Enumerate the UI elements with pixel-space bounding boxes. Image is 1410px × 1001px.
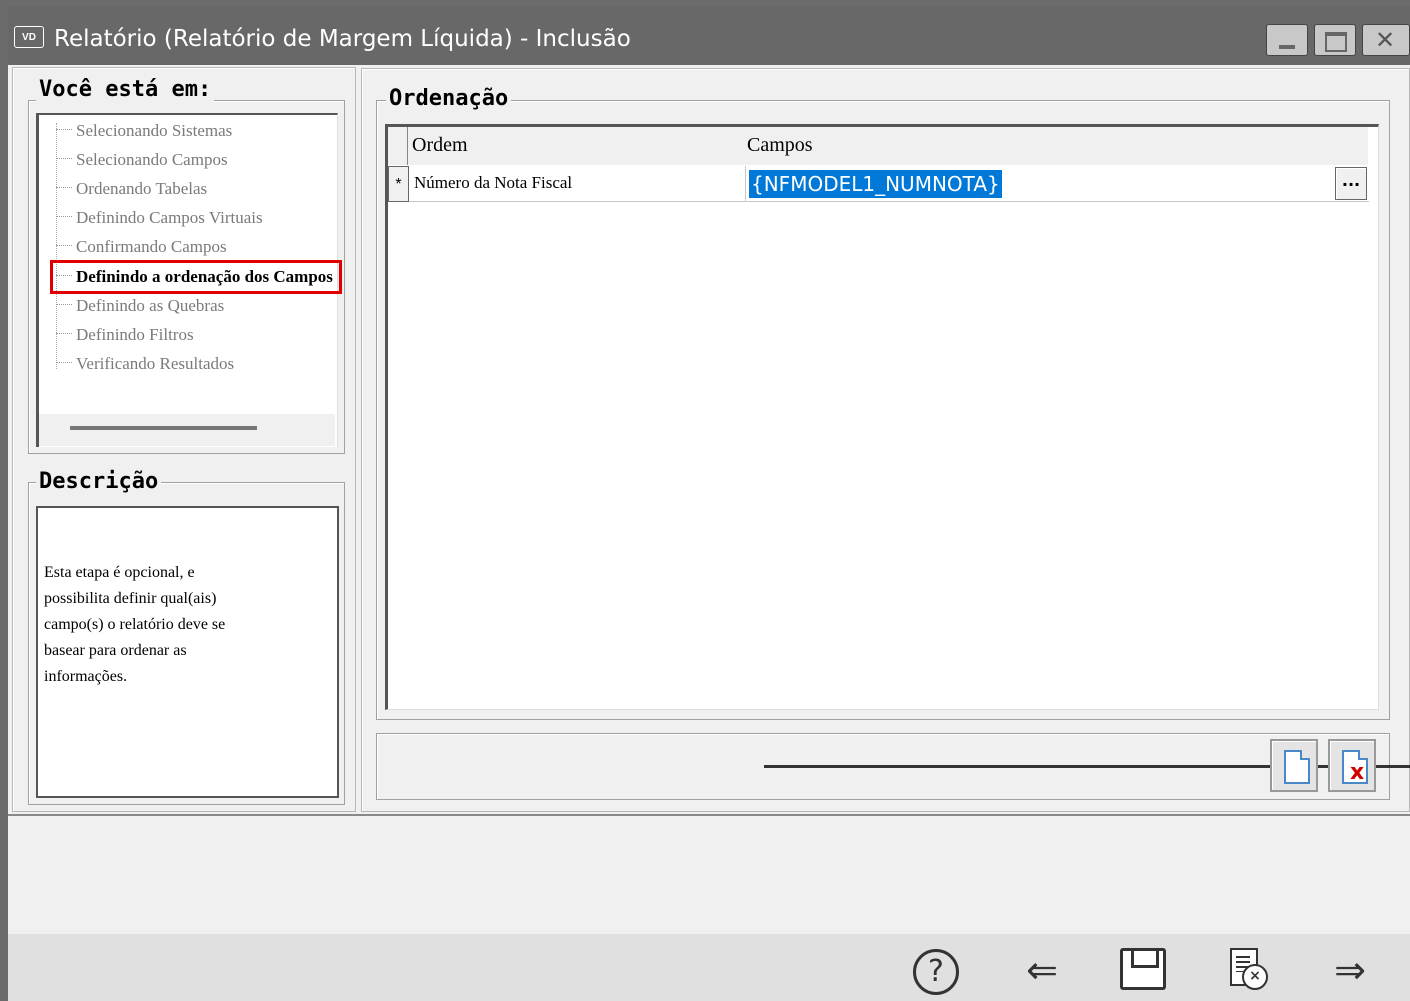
minimize-button[interactable] xyxy=(1266,24,1308,56)
help-button[interactable]: ? xyxy=(912,946,960,995)
tree-item-label: Selecionando Campos xyxy=(76,150,228,169)
tree-item-selecionando-sistemas[interactable]: Selecionando Sistemas xyxy=(56,118,232,144)
back-arrow-icon: ⇐ xyxy=(1026,948,1058,992)
status-area xyxy=(8,814,1410,934)
maximize-button[interactable] xyxy=(1314,24,1356,56)
tree-item-definindo-campos-virtuais[interactable]: Definindo Campos Virtuais xyxy=(56,205,263,231)
tree-item-definindo-quebras[interactable]: Definindo as Quebras xyxy=(56,293,224,319)
cancel-x-icon: × xyxy=(1242,964,1268,990)
back-button[interactable]: ⇐ xyxy=(1014,946,1070,994)
window-title: Relatório (Relatório de Margem Líquida) … xyxy=(54,26,631,52)
cell-separator xyxy=(745,166,746,202)
wizard-footer xyxy=(8,934,1410,1001)
delete-row-button[interactable]: x xyxy=(1328,739,1376,792)
description-line: campo(s) o relatório deve se xyxy=(44,616,226,633)
column-header-campos[interactable]: Campos xyxy=(747,130,813,160)
description-line: basear para ordenar as xyxy=(44,642,187,659)
tree-item-definindo-filtros[interactable]: Definindo Filtros xyxy=(56,322,194,348)
help-icon: ? xyxy=(913,949,959,995)
tree-scrollbar-thumb[interactable] xyxy=(70,426,257,430)
tree-item-label: Selecionando Sistemas xyxy=(76,121,233,140)
active-step-highlight xyxy=(50,260,342,294)
column-header-ordem[interactable]: Ordem xyxy=(412,130,468,160)
tree-item-label: Ordenando Tabelas xyxy=(76,179,208,198)
cancel-button[interactable]: × xyxy=(1226,946,1270,994)
cell-campos-editor[interactable]: {NFMODEL1_NUMNOTA} xyxy=(749,170,1002,198)
tree-item-ordenando-tabelas[interactable]: Ordenando Tabelas xyxy=(56,176,207,202)
tree-item-label: Confirmando Campos xyxy=(76,237,227,256)
grid-header xyxy=(388,127,1368,165)
description-line: informações. xyxy=(44,668,128,685)
description-line: Esta etapa é opcional, e xyxy=(44,564,195,581)
close-button[interactable]: ✕ xyxy=(1362,24,1410,56)
cell-ordem[interactable]: Número da Nota Fiscal xyxy=(414,168,572,198)
tree-scrollbar-track xyxy=(39,414,335,446)
tree-item-label: Definindo as Quebras xyxy=(76,296,225,315)
ordering-grid[interactable] xyxy=(385,124,1379,710)
next-button[interactable]: ⇒ xyxy=(1322,946,1378,994)
tree-item-label: Verificando Resultados xyxy=(76,354,235,373)
save-button[interactable] xyxy=(1120,948,1166,990)
steps-group-title: Você está em: xyxy=(36,77,215,103)
ellipsis-button[interactable]: ... xyxy=(1335,167,1367,200)
tree-item-verificando-resultados[interactable]: Verificando Resultados xyxy=(56,351,234,377)
row-gridline xyxy=(409,201,1369,202)
close-icon: ✕ xyxy=(1375,26,1396,54)
description-text: Esta etapa é opcional, e possibilita def… xyxy=(44,560,304,690)
tree-item-confirmando-campos[interactable]: Confirmando Campos xyxy=(56,234,227,260)
new-document-icon xyxy=(1284,750,1310,784)
description-title: Descrição xyxy=(36,469,162,495)
tree-item-label: Definindo Filtros xyxy=(76,325,194,344)
app-icon: VD xyxy=(14,26,44,48)
new-row-button[interactable] xyxy=(1270,739,1318,792)
grid-header-indicator xyxy=(388,127,408,165)
row-indicator[interactable]: * xyxy=(388,166,409,202)
description-line: possibilita definir qual(ais) xyxy=(44,590,217,607)
next-arrow-icon: ⇒ xyxy=(1334,948,1366,992)
ordering-title: Ordenação xyxy=(386,86,512,112)
tree-item-label: Definindo Campos Virtuais xyxy=(76,208,263,227)
red-x-icon: x xyxy=(1350,760,1365,785)
tree-item-selecionando-campos[interactable]: Selecionando Campos xyxy=(56,147,228,173)
